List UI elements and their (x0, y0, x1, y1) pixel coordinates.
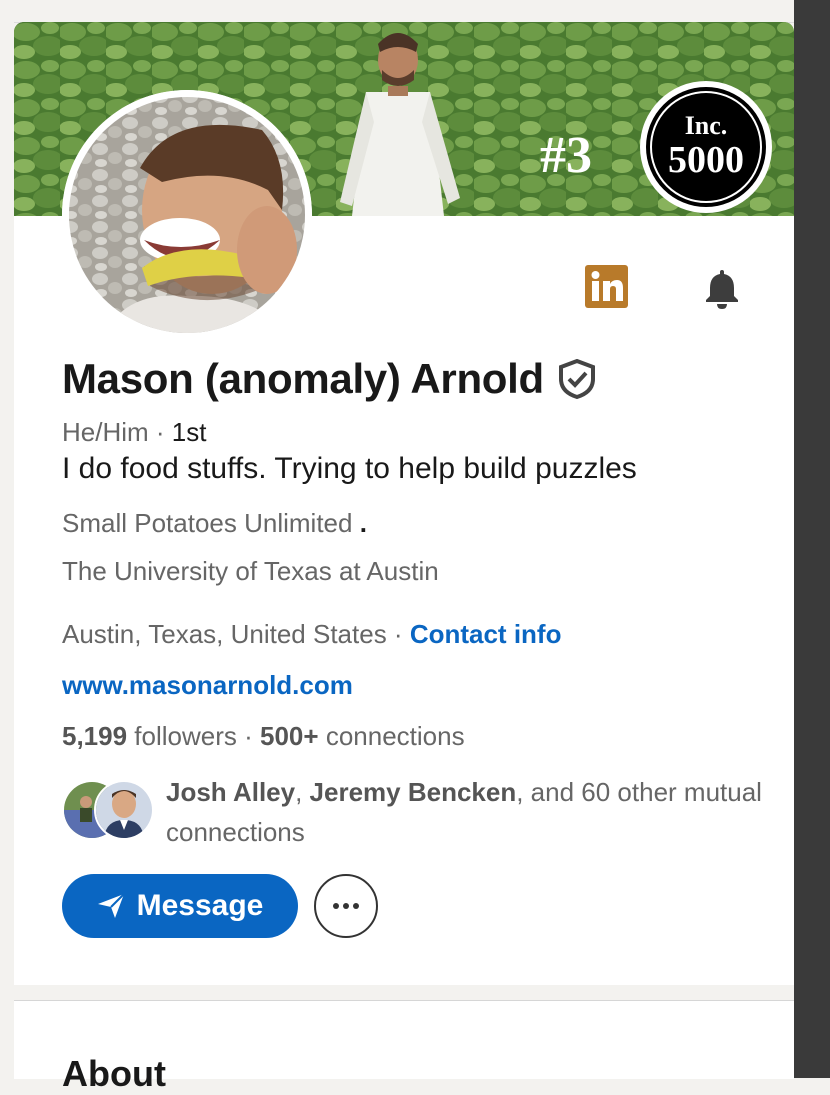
send-icon (97, 893, 125, 918)
more-icon (333, 903, 359, 909)
connection-degree: 1st (171, 417, 207, 447)
profile-name-row: Mason (anomaly) Arnold (62, 355, 596, 403)
top-strip (14, 0, 794, 23)
profile-headline: I do food stuffs. Trying to help build p… (62, 452, 637, 485)
followers-count: 5,199 (62, 721, 128, 751)
degree-separator: · (148, 417, 172, 447)
bell-icon[interactable] (700, 266, 744, 310)
svg-text:5000: 5000 (668, 139, 744, 181)
pronouns: He/Him (62, 417, 149, 447)
current-company[interactable]: Small Potatoes Unlimited . (62, 508, 367, 539)
company-name[interactable]: Small Potatoes Unlimited (62, 508, 352, 538)
about-heading: About (62, 1053, 166, 1094)
location-row: Austin, Texas, United States · Contact i… (62, 619, 561, 650)
mutual-name-2[interactable]: Jeremy Bencken (310, 777, 517, 807)
followers-label: followers (127, 721, 237, 751)
stats-separator: · (236, 721, 261, 751)
location: Austin, Texas, United States (62, 619, 387, 649)
education[interactable]: The University of Texas at Austin (62, 556, 439, 587)
connections-label[interactable]: connections (319, 721, 465, 751)
message-label: Message (136, 889, 264, 922)
pronouns-degree: He/Him · 1st (62, 417, 206, 448)
contact-info-link[interactable]: Contact info (410, 619, 562, 649)
about-section: About (14, 1000, 794, 1094)
banner-rank: #3 (540, 127, 592, 184)
mutual-separator: , (295, 777, 310, 807)
profile-card: #3 Inc. 5000 Mason (anomaly) Arnold He/H… (14, 22, 794, 985)
follower-stats: 5,199 followers · 500+ connections (62, 721, 465, 752)
profile-photo[interactable] (62, 90, 312, 340)
website-link[interactable]: www.masonarnold.com (62, 670, 353, 701)
message-button[interactable]: Message (62, 874, 298, 938)
mutual-avatars[interactable] (62, 780, 154, 840)
avatar[interactable] (94, 780, 154, 840)
svg-text:Inc.: Inc. (685, 111, 728, 140)
location-separator: · (386, 619, 410, 649)
linkedin-icon[interactable] (585, 265, 628, 308)
mutual-connections[interactable]: Josh Alley, Jeremy Bencken, and 60 other… (166, 772, 766, 852)
company-dot: . (359, 508, 367, 538)
verified-shield-icon[interactable] (558, 359, 596, 399)
profile-name: Mason (anomaly) Arnold (62, 355, 544, 402)
more-actions-button[interactable] (314, 874, 378, 938)
mutual-name-1[interactable]: Josh Alley (166, 777, 295, 807)
window-edge (794, 0, 830, 1078)
connections-count[interactable]: 500+ (260, 721, 319, 751)
